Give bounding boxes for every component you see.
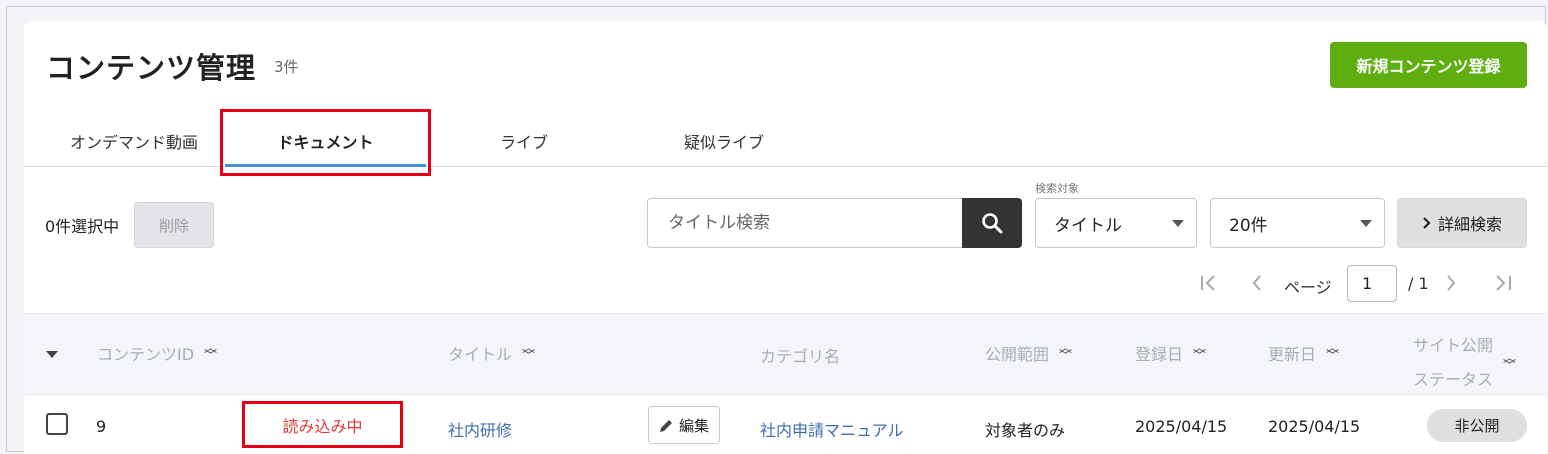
row-title-link[interactable]: 社内研修: [448, 417, 512, 441]
row-updated-date: 2025/04/15: [1268, 417, 1361, 436]
pencil-icon: [659, 419, 672, 432]
column-header-title[interactable]: タイトル ︿ ﹀: [448, 341, 535, 365]
select-all-caret-icon[interactable]: [46, 351, 58, 358]
sort-icon: ︿ ﹀: [1059, 341, 1073, 364]
content-count: 3件: [274, 58, 299, 76]
sort-icon: ︿ ﹀: [522, 341, 536, 364]
window-frame: コンテンツ管理 3件 新規コンテンツ登録 オンデマンド動画 ドキュメント ライブ…: [6, 6, 1547, 454]
sort-icon: ︿ ﹀: [1503, 351, 1517, 374]
row-content-id: 9: [96, 417, 107, 436]
prev-page-icon[interactable]: [1251, 275, 1263, 291]
search-target-value: タイトル: [1054, 215, 1122, 236]
tab-highlight-box: [220, 109, 431, 176]
first-page-icon[interactable]: [1200, 275, 1220, 291]
per-page-value: 20件: [1229, 215, 1268, 236]
page-title: コンテンツ管理: [46, 51, 257, 85]
tab-on-demand-video[interactable]: オンデマンド動画: [44, 129, 224, 159]
caret-down-icon: [1172, 220, 1184, 227]
title-search-input[interactable]: [647, 198, 963, 248]
tab-live[interactable]: ライブ: [444, 129, 604, 159]
advanced-search-button[interactable]: 詳細検索: [1397, 198, 1527, 248]
search-button[interactable]: [962, 198, 1022, 248]
page-number-input[interactable]: [1347, 265, 1397, 302]
row-category-link[interactable]: 社内申請マニュアル: [760, 417, 904, 441]
row-scope: 対象者のみ: [985, 421, 1066, 440]
new-content-button[interactable]: 新規コンテンツ登録: [1330, 42, 1527, 88]
selected-count: 0件選択中: [45, 217, 120, 236]
column-header-updated[interactable]: 更新日 ︿ ﹀: [1268, 341, 1339, 365]
chevron-right-icon: [1423, 217, 1431, 229]
delete-button[interactable]: 削除: [134, 202, 214, 248]
page-total: / 1: [1408, 274, 1429, 293]
sort-icon: ︿ ﹀: [1193, 341, 1207, 364]
loading-status: 読み込み中: [242, 401, 403, 448]
sort-icon: ︿ ﹀: [1326, 341, 1340, 364]
column-header-id[interactable]: コンテンツID ︿ ﹀: [97, 341, 217, 365]
sort-icon: ︿ ﹀: [204, 341, 218, 364]
search-target-select[interactable]: タイトル: [1035, 198, 1197, 248]
status-badge[interactable]: 非公開: [1427, 409, 1527, 442]
content-card: コンテンツ管理 3件 新規コンテンツ登録 オンデマンド動画 ドキュメント ライブ…: [24, 21, 1547, 454]
column-header-registered[interactable]: 登録日 ︿ ﹀: [1135, 341, 1206, 365]
search-icon: [982, 213, 1003, 234]
caret-down-icon: [1360, 220, 1372, 227]
per-page-select[interactable]: 20件: [1210, 198, 1385, 248]
tab-pseudo-live[interactable]: 疑似ライブ: [644, 129, 804, 159]
column-header-category: カテゴリ名: [760, 347, 841, 366]
column-header-scope[interactable]: 公開範囲 ︿ ﹀: [985, 341, 1072, 365]
column-header-site-status[interactable]: サイト公開 ステータス ︿ ﹀: [1413, 329, 1516, 397]
next-page-icon[interactable]: [1445, 275, 1457, 291]
page-label: ページ: [1284, 278, 1332, 297]
search-target-label: 検索対象: [1035, 182, 1079, 195]
advanced-search-label: 詳細検索: [1437, 215, 1502, 234]
last-page-icon[interactable]: [1492, 275, 1512, 291]
row-registered-date: 2025/04/15: [1135, 417, 1228, 436]
edit-button[interactable]: 編集: [648, 406, 720, 444]
row-checkbox[interactable]: [46, 413, 68, 435]
